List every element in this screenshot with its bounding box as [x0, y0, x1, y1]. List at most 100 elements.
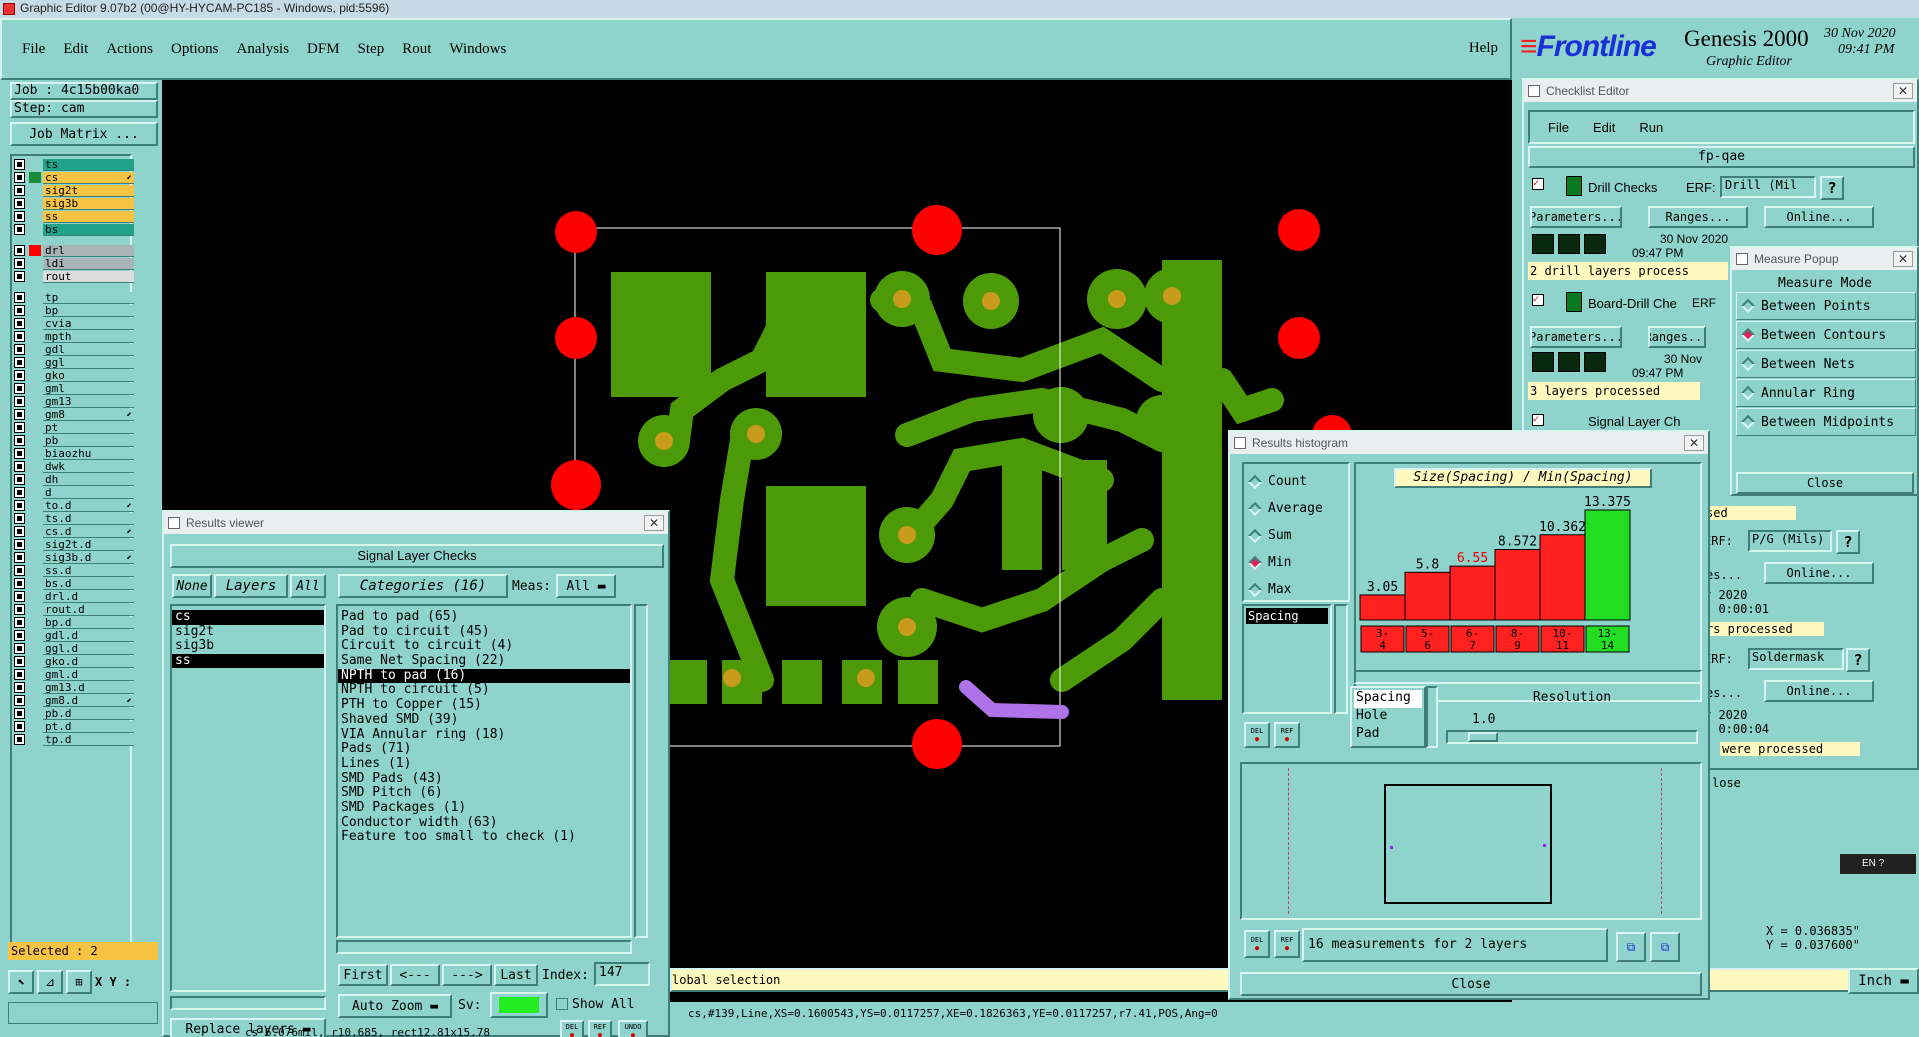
histogram-bar[interactable] [1494, 549, 1541, 621]
measure-option[interactable]: Between Midpoints [1736, 408, 1916, 436]
layer-checkbox[interactable] [14, 344, 25, 355]
type-option[interactable]: Pad [1354, 726, 1422, 744]
measure-option[interactable]: Between Nets [1736, 350, 1916, 378]
histogram-close-icon[interactable]: ✕ [1684, 435, 1704, 451]
layer-row-gko[interactable]: gko [14, 369, 134, 382]
layer-affected-icon[interactable] [29, 630, 41, 641]
grid-tool-icon[interactable]: ⊞ [66, 970, 92, 994]
layer-affected-icon[interactable] [29, 513, 41, 524]
layer-list-scrollbar[interactable] [170, 996, 326, 1010]
layer-row-to.d[interactable]: to.d ⬋ [14, 499, 134, 512]
radio-icon[interactable] [1247, 474, 1263, 489]
layer-affected-icon[interactable] [29, 344, 41, 355]
layer-checkbox[interactable] [14, 643, 25, 654]
layer-affected-icon[interactable] [29, 526, 41, 537]
resolution-slider[interactable] [1446, 730, 1698, 744]
layer-checkbox[interactable] [14, 383, 25, 394]
chart-hscrollbar[interactable] [1354, 670, 1702, 684]
layer-row-gml.d[interactable]: gml.d [14, 668, 134, 681]
layer-checkbox[interactable] [14, 435, 25, 446]
layer-row-gm8.d[interactable]: gm8.d ⬋ [14, 694, 134, 707]
layer-affected-icon[interactable] [29, 198, 41, 209]
layer-affected-icon[interactable] [29, 245, 41, 256]
layer-checkbox[interactable] [14, 526, 25, 537]
fragment-erf-pg[interactable]: P/G (Mils) [1748, 530, 1832, 552]
layer-checkbox[interactable] [14, 604, 25, 615]
layer-affected-icon[interactable] [29, 172, 41, 183]
layer-row-cvia[interactable]: cvia [14, 317, 134, 330]
layer-row-ts.d[interactable]: ts.d [14, 512, 134, 525]
menu-rout[interactable]: Rout [402, 41, 431, 58]
layer-affected-icon[interactable] [29, 721, 41, 732]
radio-icon[interactable] [1740, 414, 1756, 430]
layer-checkbox[interactable] [14, 185, 25, 196]
checklist-menu-edit[interactable]: Edit [1593, 120, 1615, 135]
show-all-checkbox[interactable] [556, 998, 568, 1010]
layer-affected-icon[interactable] [29, 271, 41, 282]
ref-button[interactable]: REF ● [588, 1020, 612, 1037]
drill-erf-help-button[interactable]: ? [1820, 176, 1844, 200]
last-button[interactable]: Last [494, 964, 538, 986]
help-icon[interactable]: ? [1879, 858, 1885, 869]
layer-row-biaozhu[interactable]: biaozhu [14, 447, 134, 460]
layer-affected-icon[interactable] [29, 258, 41, 269]
histogram-bar[interactable] [1449, 565, 1496, 621]
layer-row-gm8[interactable]: gm8 ⬋ [14, 408, 134, 421]
layer-affected-icon[interactable] [29, 292, 41, 303]
type-option[interactable]: Spacing [1354, 690, 1422, 708]
results-layer-list[interactable]: cs sig2t sig3b ss [170, 604, 326, 992]
layer-checkbox[interactable] [14, 552, 25, 563]
drill-ranges-button[interactable]: Ranges... [1648, 206, 1748, 228]
histogram-bar[interactable] [1404, 571, 1451, 621]
type-scrollbar[interactable] [1334, 604, 1348, 714]
layer-checkbox[interactable] [14, 708, 25, 719]
radio-icon[interactable] [1740, 356, 1756, 372]
category-item[interactable]: PTH to Copper (15) [338, 698, 630, 713]
menu-file[interactable]: File [22, 41, 45, 58]
drill-check-checkbox[interactable]: ✓ [1532, 178, 1544, 190]
category-item[interactable]: Lines (1) [338, 757, 630, 772]
layers-label-button[interactable]: Layers [214, 574, 288, 598]
category-item[interactable]: SMD Pads (43) [338, 771, 630, 787]
layer-affected-icon[interactable] [29, 318, 41, 329]
type-selected[interactable]: Spacing [1246, 608, 1328, 624]
hist-ref-button[interactable]: REF ● [1274, 722, 1300, 748]
layer-row-ss[interactable]: ss [14, 210, 134, 223]
layer-row-ggl.d[interactable]: ggl.d [14, 642, 134, 655]
layer-affected-icon[interactable] [29, 185, 41, 196]
layer-row-drl.d[interactable]: drl.d [14, 590, 134, 603]
next-button[interactable]: ---> [442, 964, 492, 986]
index-field[interactable]: 147 [594, 962, 650, 986]
menu-edit[interactable]: Edit [63, 41, 88, 58]
signal-check-label[interactable]: Signal Layer Ch [1588, 414, 1681, 429]
layer-row-pb[interactable]: pb [14, 434, 134, 447]
category-item[interactable]: SMD Packages (1) [338, 801, 630, 816]
pg-help-button[interactable]: ? [1836, 530, 1860, 554]
layer-row-dwk[interactable]: dwk [14, 460, 134, 473]
category-item[interactable]: SMD Pitch (6) [338, 786, 630, 801]
layer-row-ldi[interactable]: ldi [14, 257, 134, 270]
layer-row-pb.d[interactable]: pb.d [14, 707, 134, 720]
categories-button[interactable]: Categories (16) [338, 574, 508, 598]
radio-icon[interactable] [1740, 298, 1756, 314]
layer-checkbox[interactable] [14, 292, 25, 303]
type-options-scrollbar[interactable] [1426, 686, 1438, 748]
layer-row-tp.d[interactable]: tp.d [14, 733, 134, 746]
layer-affected-icon[interactable] [29, 409, 41, 420]
layer-checkbox[interactable] [14, 245, 25, 256]
histogram-bar[interactable] [1584, 509, 1631, 621]
layer-checkbox[interactable] [14, 669, 25, 680]
layer-affected-icon[interactable] [29, 539, 41, 550]
layer-row-rout.d[interactable]: rout.d [14, 603, 134, 616]
layer-row-ss.d[interactable]: ss.d [14, 564, 134, 577]
undo-button[interactable]: UNDO ● [618, 1020, 648, 1037]
radio-icon[interactable] [1247, 555, 1263, 570]
run-check-icon[interactable] [1558, 352, 1580, 372]
measure-option[interactable]: Between Points [1736, 292, 1916, 320]
layer-row-cs[interactable]: cs ⬋ [14, 171, 134, 184]
layer-checkbox[interactable] [14, 305, 25, 316]
result-layer-item[interactable]: sig3b [172, 639, 324, 654]
category-item[interactable]: Circuit to circuit (4) [338, 639, 630, 654]
result-layer-item[interactable]: cs [172, 610, 324, 625]
units-dropdown[interactable]: Inch ▬ [1848, 968, 1919, 994]
